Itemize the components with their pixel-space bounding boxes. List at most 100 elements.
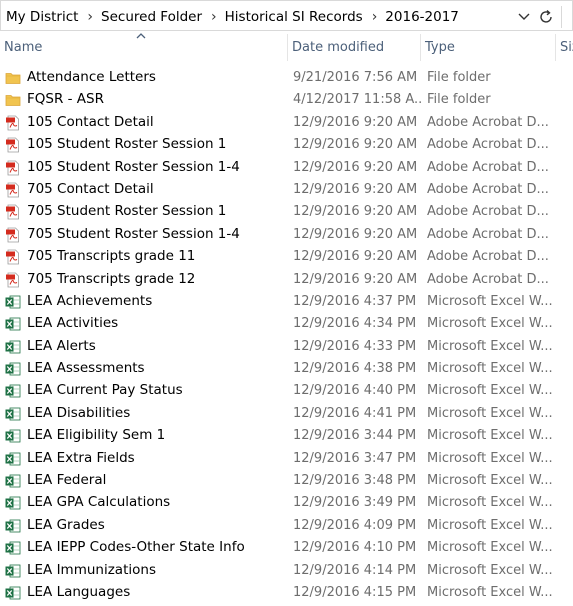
- file-row[interactable]: LEA Disabilities 12/9/2016 4:41 PM Microso…: [0, 403, 573, 425]
- file-date-modified: 12/9/2016 4:33 PM: [293, 338, 417, 354]
- pdf-icon: [5, 182, 21, 198]
- pdf-icon: [5, 115, 21, 131]
- file-date-modified: 12/9/2016 9:20 AM: [293, 137, 418, 153]
- breadcrumb-2016-2017[interactable]: 2016-2017: [385, 9, 462, 25]
- file-row[interactable]: 105 Contact Detail 12/9/2016 9:20 AM Adobe…: [0, 112, 573, 134]
- file-name: LEA Assessments: [27, 360, 145, 377]
- file-name: 705 Student Roster Session 1: [27, 203, 227, 220]
- column-header-date-label: Date modified: [292, 40, 385, 55]
- column-header-size[interactable]: Siz: [556, 34, 573, 61]
- excel-icon: [5, 294, 21, 310]
- file-row[interactable]: 105 Student Roster Session 1 12/9/2016 9:…: [0, 134, 573, 156]
- file-row[interactable]: 705 Transcripts grade 11 12/9/2016 9:20 A…: [0, 246, 573, 268]
- file-type: Microsoft Excel W...: [427, 473, 553, 489]
- pdf-icon: [5, 137, 21, 153]
- file-row[interactable]: 105 Student Roster Session 1-4 12/9/2016 …: [0, 157, 573, 179]
- file-row[interactable]: 705 Transcripts grade 12 12/9/2016 9:20 A…: [0, 269, 573, 291]
- file-type: Microsoft Excel W...: [427, 517, 553, 533]
- file-type: Microsoft Excel W...: [427, 428, 553, 444]
- file-type: Microsoft Excel W...: [427, 495, 553, 511]
- file-type: Microsoft Excel W...: [427, 338, 553, 354]
- excel-icon: [5, 585, 21, 601]
- file-row[interactable]: LEA IEPP Codes-Other State Info 12/9/2016…: [0, 537, 573, 559]
- file-type: Adobe Acrobat D...: [427, 114, 549, 130]
- folder-icon: [5, 70, 21, 86]
- file-row[interactable]: LEA Current Pay Status 12/9/2016 4:40 PM M…: [0, 380, 573, 402]
- file-name: 705 Transcripts grade 11: [27, 248, 196, 265]
- breadcrumb-my-district[interactable]: My District: [6, 9, 81, 25]
- pdf-icon: [5, 227, 21, 243]
- file-date-modified: 12/9/2016 4:41 PM: [293, 405, 417, 421]
- file-name: 705 Student Roster Session 1-4: [27, 225, 240, 242]
- file-row[interactable]: 705 Student Roster Session 1 12/9/2016 9:…: [0, 201, 573, 223]
- file-date-modified: 12/9/2016 9:20 AM: [293, 271, 418, 287]
- file-type: Microsoft Excel W...: [427, 316, 553, 332]
- file-date-modified: 12/9/2016 4:09 PM: [293, 517, 417, 533]
- file-date-modified: 12/9/2016 9:20 AM: [293, 114, 418, 130]
- file-row[interactable]: LEA Activities 12/9/2016 4:34 PM Microsoft…: [0, 313, 573, 335]
- file-row[interactable]: LEA Achievements 12/9/2016 4:37 PM Microso…: [0, 291, 573, 313]
- excel-icon: [5, 339, 21, 355]
- file-row[interactable]: 705 Student Roster Session 1-4 12/9/2016 …: [0, 224, 573, 246]
- file-name: LEA Alerts: [27, 337, 96, 354]
- chevron-right-icon[interactable]: ›: [205, 9, 225, 25]
- file-date-modified: 12/9/2016 9:20 AM: [293, 249, 418, 265]
- file-row[interactable]: LEA Federal 12/9/2016 3:48 PM Microsoft Ex…: [0, 470, 573, 492]
- file-name: LEA IEPP Codes-Other State Info: [27, 539, 245, 556]
- file-type: Microsoft Excel W...: [427, 405, 553, 421]
- file-name: LEA Activities: [27, 315, 119, 332]
- file-date-modified: 12/9/2016 4:15 PM: [293, 584, 417, 600]
- chevron-down-icon[interactable]: [513, 6, 535, 28]
- excel-icon: [5, 428, 21, 444]
- excel-icon: [5, 383, 21, 399]
- divider: [561, 5, 562, 28]
- file-date-modified: 12/9/2016 4:34 PM: [293, 316, 417, 332]
- file-row[interactable]: FQSR - ASR 4/12/2017 11:58 A... File folde…: [0, 89, 573, 111]
- file-type: Microsoft Excel W...: [427, 450, 553, 466]
- file-row[interactable]: LEA GPA Calculations 12/9/2016 3:49 PM Mic…: [0, 492, 573, 514]
- file-type: Adobe Acrobat D...: [427, 159, 549, 175]
- pdf-icon: [5, 160, 21, 176]
- folder-icon: [5, 92, 21, 108]
- column-header-type[interactable]: Type: [421, 34, 556, 61]
- refresh-icon[interactable]: [535, 6, 557, 28]
- breadcrumb-historical-si-records[interactable]: Historical SI Records: [225, 9, 366, 25]
- excel-icon: [5, 563, 21, 579]
- file-name: 705 Transcripts grade 12: [27, 270, 196, 287]
- file-row[interactable]: LEA Languages 12/9/2016 4:15 PM Microsoft …: [0, 582, 573, 604]
- file-row[interactable]: LEA Immunizations 12/9/2016 4:14 PM Micros…: [0, 560, 573, 582]
- chevron-right-icon[interactable]: ›: [81, 9, 101, 25]
- file-name: LEA Eligibility Sem 1: [27, 427, 166, 444]
- file-name: 705 Contact Detail: [27, 180, 154, 197]
- chevron-right-icon[interactable]: ›: [366, 9, 386, 25]
- sort-ascending-icon: [136, 33, 146, 39]
- file-name: LEA GPA Calculations: [27, 494, 171, 511]
- file-name: LEA Immunizations: [27, 561, 156, 578]
- file-type: Adobe Acrobat D...: [427, 249, 549, 265]
- breadcrumb: My District › Secured Folder › Historica…: [6, 1, 462, 32]
- file-type: Adobe Acrobat D...: [427, 181, 549, 197]
- file-date-modified: 12/9/2016 4:40 PM: [293, 383, 417, 399]
- file-name: LEA Disabilities: [27, 404, 131, 421]
- file-name: FQSR - ASR: [27, 91, 104, 108]
- excel-icon: [5, 473, 21, 489]
- file-name: Attendance Letters: [27, 69, 156, 85]
- file-row[interactable]: LEA Extra Fields 12/9/2016 3:47 PM Microso…: [0, 448, 573, 470]
- column-header-name[interactable]: Name: [0, 33, 288, 61]
- file-name: LEA Grades: [27, 516, 105, 533]
- file-row[interactable]: LEA Eligibility Sem 1 12/9/2016 3:44 PM Mi…: [0, 425, 573, 447]
- breadcrumb-secured-folder[interactable]: Secured Folder: [101, 9, 205, 25]
- file-name: 105 Contact Detail: [27, 113, 154, 130]
- file-row[interactable]: 705 Contact Detail 12/9/2016 9:20 AM Adobe…: [0, 179, 573, 201]
- file-row[interactable]: LEA Alerts 12/9/2016 4:33 PM Microsoft Exc…: [0, 336, 573, 358]
- file-type: Adobe Acrobat D...: [427, 204, 549, 220]
- file-row[interactable]: LEA Grades 12/9/2016 4:09 PM Microsoft Exc…: [0, 515, 573, 537]
- column-header-date-modified[interactable]: Date modified: [288, 34, 421, 61]
- address-bar[interactable]: My District › Secured Folder › Historica…: [0, 0, 573, 31]
- excel-icon: [5, 451, 21, 467]
- file-type: Microsoft Excel W...: [427, 540, 553, 556]
- file-row[interactable]: LEA Assessments 12/9/2016 4:38 PM Microsof…: [0, 358, 573, 380]
- file-row[interactable]: Attendance Letters 9/21/2016 7:56 AM File …: [0, 67, 573, 89]
- excel-icon: [5, 406, 21, 422]
- column-header-type-label: Type: [425, 40, 455, 55]
